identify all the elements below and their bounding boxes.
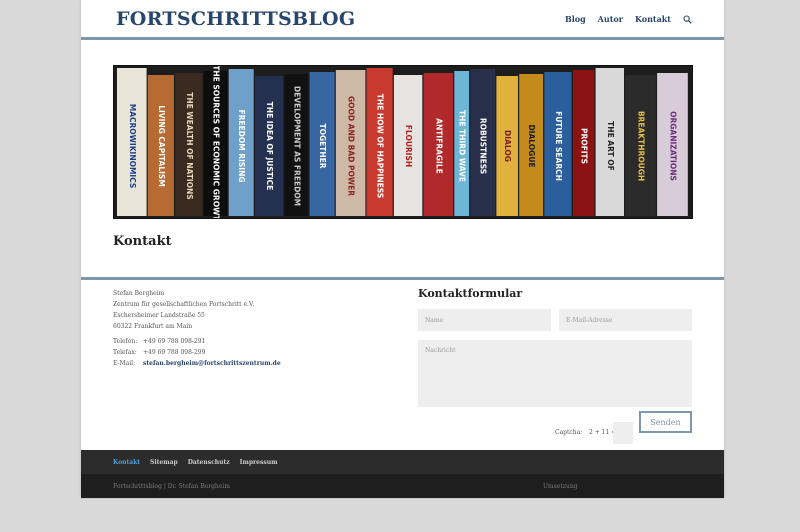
- email-label: E-Mail:: [113, 360, 136, 367]
- book-spine: GOOD AND BAD POWER: [335, 70, 366, 216]
- page-title: Kontakt: [113, 234, 172, 249]
- name-input[interactable]: [418, 309, 551, 331]
- book-spine-title: ROBUSTNESS: [479, 118, 488, 174]
- site-header: FORTSCHRITTSBLOG Blog Autor Kontakt: [81, 0, 724, 37]
- book-spine: THE HOW OF HAPPINESS: [366, 68, 393, 216]
- book-spine: FREEDOM RISING: [228, 69, 254, 216]
- email-link[interactable]: stefan.bergheim@fortschrittszentrum.de: [143, 358, 281, 369]
- footer-link-sitemap[interactable]: Sitemap: [150, 459, 178, 466]
- book-spine: PROFITS: [572, 70, 595, 216]
- footer-nav: Kontakt Sitemap Datenschutz Impressum: [81, 450, 724, 474]
- book-spine-title: GOOD AND BAD POWER: [347, 96, 356, 196]
- book-spine: ORGANIZATIONS: [657, 73, 688, 216]
- footer-credit: Fortschrittsblog | Dr. Stefan Bergheim: [113, 483, 230, 490]
- book-spine: THE IDEA OF JUSTICE: [254, 76, 284, 216]
- book-spine: ROBUSTNESS: [470, 69, 496, 216]
- content-divider: [81, 277, 724, 280]
- book-spine-title: BREAKTHROUGH: [637, 111, 646, 181]
- book-spine: TOGETHER: [309, 72, 335, 216]
- bookshelf-spines: MACROWIKINOMICS LIVING CAPITALISM THE WEAL…: [117, 66, 688, 218]
- fax-label: Telefax:: [113, 349, 137, 356]
- book-spine-title: THE THIRD WAVE: [458, 110, 467, 182]
- book-spine-title: FUTURE SEARCH: [554, 111, 563, 181]
- book-spine: THE WEALTH OF NATIONS: [175, 73, 203, 216]
- book-spine: DEVELOPMENT AS FREEDOM: [284, 74, 309, 216]
- address-organization: Zentrum für gesellschaftlichen Fortschri…: [113, 301, 255, 308]
- phone-value: +49 69 788 098-291: [143, 338, 206, 345]
- book-spine: THE ART OF: [595, 68, 624, 216]
- book-spine: MACROWIKINOMICS: [117, 68, 147, 216]
- book-spine: THE SOURCES OF ECONOMIC GROWTH: [203, 66, 228, 218]
- book-spine-title: FLOURISH: [404, 125, 413, 167]
- message-textarea[interactable]: [418, 340, 692, 407]
- footer-bottom-bar: Fortschrittsblog | Dr. Stefan Bergheim U…: [81, 474, 724, 498]
- address-name: Stefan Bergheim: [113, 290, 165, 297]
- footer-link-impressum[interactable]: Impressum: [240, 459, 278, 466]
- book-spine-title: MACROWIKINOMICS: [128, 104, 137, 189]
- captcha-label: Captcha:: [555, 429, 583, 436]
- book-spine-title: THE HOW OF HAPPINESS: [376, 94, 385, 199]
- page-container: FORTSCHRITTSBLOG Blog Autor Kontakt MACR…: [81, 0, 724, 498]
- fax-value: +49 69 788 098-299: [143, 349, 206, 356]
- book-spine: DIALOGUE: [519, 74, 544, 216]
- nav-item-blog[interactable]: Blog: [565, 14, 586, 24]
- email-row: E-Mail: stefan.bergheim@fortschrittszent…: [113, 358, 281, 369]
- nav-item-kontakt[interactable]: Kontakt: [635, 14, 671, 24]
- book-spine-title: DIALOG: [503, 130, 512, 162]
- book-spine: THE THIRD WAVE: [454, 71, 470, 216]
- bookshelf-banner-image: MACROWIKINOMICS LIVING CAPITALISM THE WEAL…: [113, 65, 693, 219]
- footer-link-datenschutz[interactable]: Datenschutz: [188, 459, 230, 466]
- book-spine-title: THE SOURCES OF ECONOMIC GROWTH: [212, 66, 221, 218]
- book-spine-title: THE WEALTH OF NATIONS: [185, 92, 194, 199]
- footer-link-kontakt[interactable]: Kontakt: [113, 459, 140, 466]
- book-spine-title: ANTIFRAGILE: [434, 118, 443, 174]
- search-icon[interactable]: [683, 14, 692, 24]
- site-logo[interactable]: FORTSCHRITTSBLOG: [116, 8, 355, 30]
- phone-row: Telefon: +49 69 788 098-291: [113, 336, 281, 347]
- book-spine-title: DIALOGUE: [527, 124, 536, 167]
- book-spine-title: THE IDEA OF JUSTICE: [265, 102, 274, 191]
- address-city: 60322 Frankfurt am Main: [113, 323, 193, 330]
- send-button[interactable]: Senden: [639, 411, 692, 433]
- phone-label: Telefon:: [113, 338, 138, 345]
- book-spine: BREAKTHROUGH: [625, 75, 656, 216]
- book-spine-title: DEVELOPMENT AS FREEDOM: [292, 86, 301, 206]
- address-street: Eschersheimer Landstraße 55: [113, 312, 205, 319]
- captcha-input[interactable]: [613, 422, 633, 444]
- book-spine: DIALOG: [496, 76, 518, 216]
- contact-details: Telefon: +49 69 788 098-291 Telefax: +49…: [113, 336, 281, 369]
- contact-form-title: Kontaktformular: [418, 287, 523, 300]
- footer-implementation-link[interactable]: Umsetzung: [543, 483, 578, 490]
- postal-address: Stefan Bergheim Zentrum für gesellschaft…: [113, 288, 254, 332]
- book-spine-title: THE ART OF: [606, 121, 615, 171]
- book-spine-title: LIVING CAPITALISM: [157, 105, 166, 187]
- book-spine-title: PROFITS: [580, 128, 589, 164]
- book-spine-title: TOGETHER: [318, 123, 327, 168]
- book-spine: LIVING CAPITALISM: [147, 75, 174, 216]
- book-spine: FLOURISH: [393, 75, 423, 216]
- email-input[interactable]: [559, 309, 692, 331]
- main-nav: Blog Autor Kontakt: [565, 14, 692, 24]
- nav-item-autor[interactable]: Autor: [598, 14, 623, 24]
- book-spine-title: FREEDOM RISING: [237, 109, 246, 182]
- header-divider: [81, 37, 724, 40]
- book-spine: FUTURE SEARCH: [544, 72, 572, 216]
- book-spine: ANTIFRAGILE: [423, 73, 454, 216]
- fax-row: Telefax: +49 69 788 098-299: [113, 347, 281, 358]
- book-spine-title: ORGANIZATIONS: [668, 111, 677, 181]
